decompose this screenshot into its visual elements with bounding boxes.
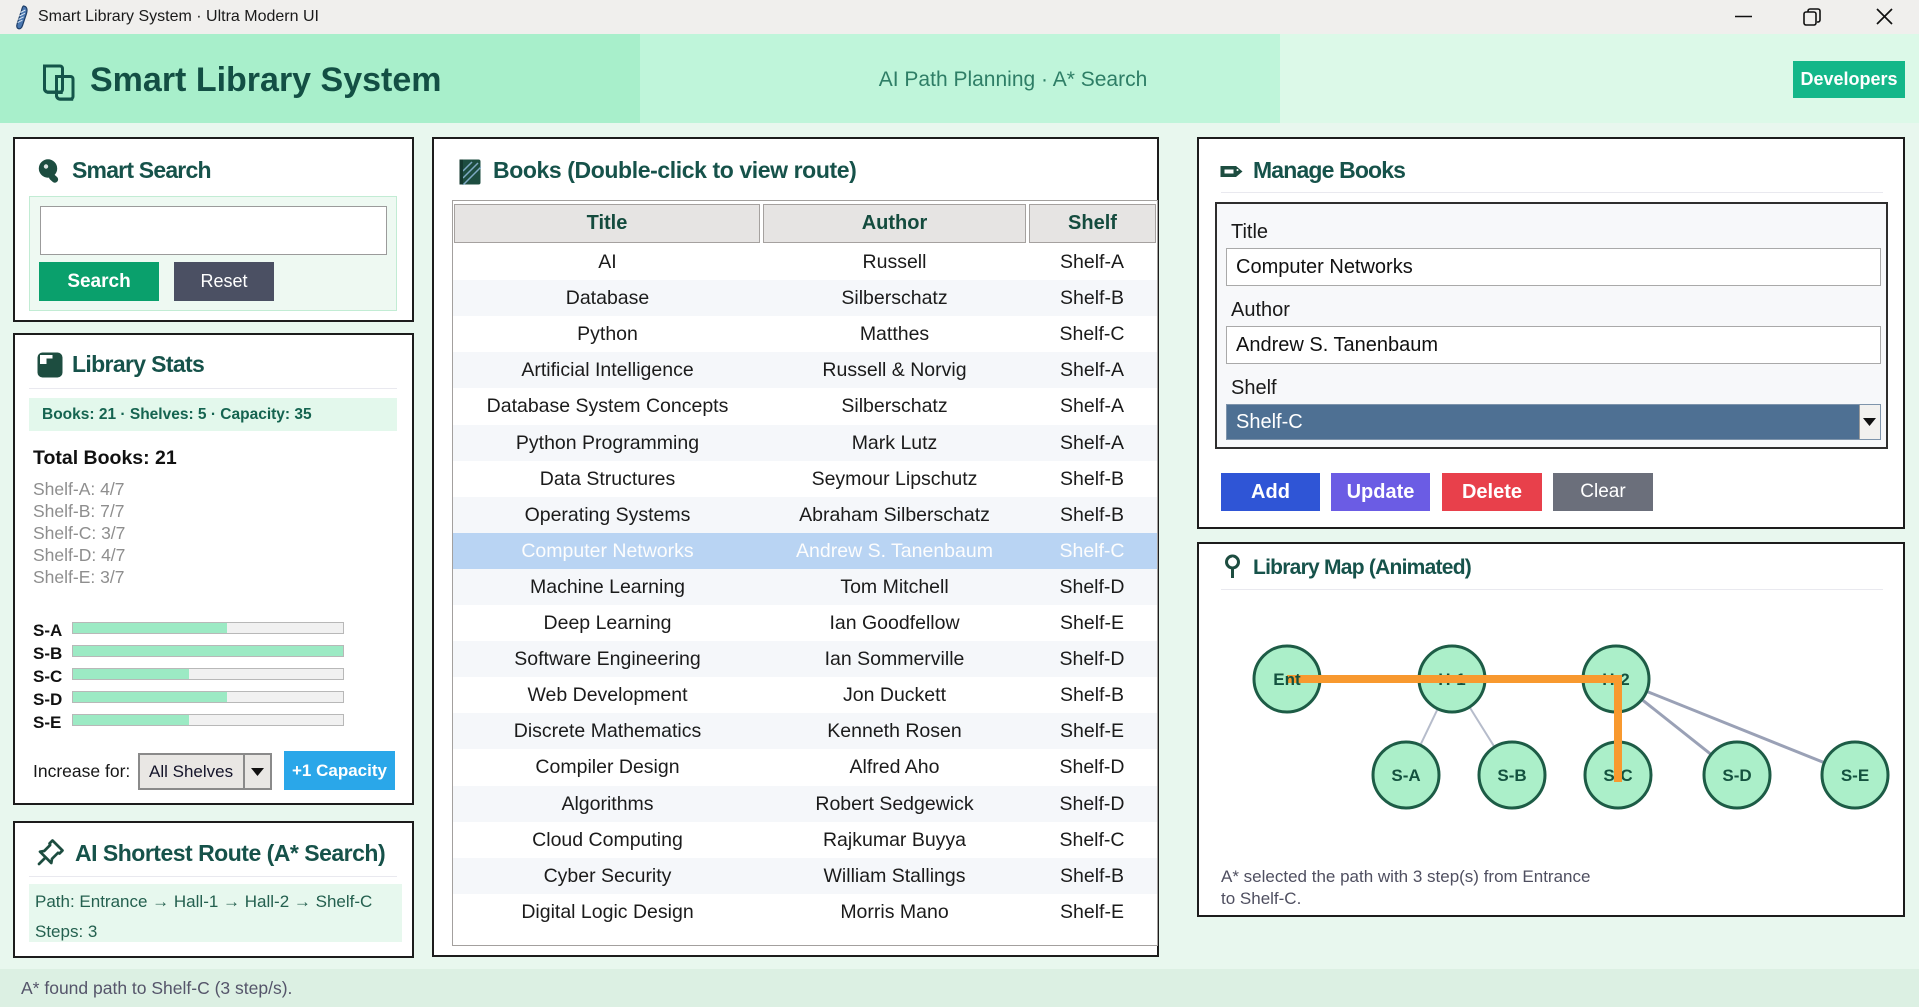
svg-text:S-E: S-E (1841, 766, 1869, 785)
svg-text:S-D: S-D (1722, 766, 1751, 785)
svg-text:S-B: S-B (1497, 766, 1526, 785)
svg-text:Ent: Ent (1273, 670, 1301, 689)
svg-text:S-A: S-A (1391, 766, 1420, 785)
